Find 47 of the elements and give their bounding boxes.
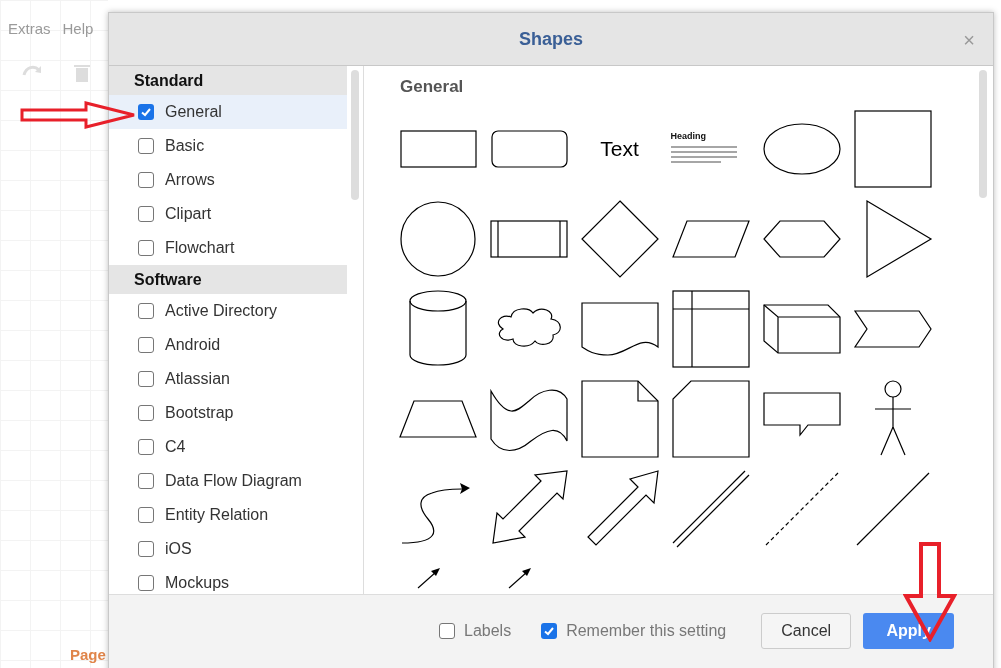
- heading-text: Heading: [670, 131, 706, 141]
- double-line-shape[interactable]: [670, 469, 751, 549]
- checkbox[interactable]: [138, 575, 154, 591]
- section-header: Software: [109, 265, 347, 294]
- category-item[interactable]: Mockups: [109, 566, 347, 594]
- category-item[interactable]: Arrows: [109, 163, 347, 197]
- section-header: Standard: [109, 66, 347, 95]
- category-item[interactable]: Basic: [109, 129, 347, 163]
- checkbox[interactable]: [138, 541, 154, 557]
- category-item[interactable]: Bootstrap: [109, 396, 347, 430]
- diamond-shape[interactable]: [579, 199, 660, 279]
- checkbox[interactable]: [138, 337, 154, 353]
- dialog-title: Shapes: [519, 27, 583, 51]
- option-checkbox[interactable]: Labels: [439, 619, 512, 643]
- checkbox[interactable]: [138, 439, 154, 455]
- checkbox[interactable]: [138, 371, 154, 387]
- checkbox[interactable]: [439, 623, 455, 639]
- checkbox[interactable]: [138, 405, 154, 421]
- card-shape[interactable]: [670, 379, 751, 459]
- checkbox[interactable]: [138, 507, 154, 523]
- checkbox[interactable]: [138, 138, 154, 154]
- category-item[interactable]: General: [109, 95, 347, 129]
- scrollbar[interactable]: [979, 70, 987, 198]
- checkbox[interactable]: [138, 240, 154, 256]
- category-item[interactable]: Clipart: [109, 197, 347, 231]
- option-checkbox[interactable]: Remember this setting: [541, 619, 727, 643]
- checkbox[interactable]: [138, 172, 154, 188]
- section-title: General: [400, 76, 465, 98]
- checkbox[interactable]: [138, 473, 154, 489]
- category-item[interactable]: Android: [109, 328, 347, 362]
- category-item[interactable]: C4: [109, 430, 347, 464]
- category-item[interactable]: iOS: [109, 532, 347, 566]
- category-item[interactable]: Entity Relation: [109, 498, 347, 532]
- checkbox[interactable]: [138, 206, 154, 222]
- category-item[interactable]: Active Directory: [109, 294, 347, 328]
- circle-shape[interactable]: [397, 199, 478, 279]
- scrollbar[interactable]: [351, 70, 359, 200]
- square-shape[interactable]: [852, 109, 933, 189]
- category-item[interactable]: Atlassian: [109, 362, 347, 396]
- cancel-button[interactable]: Cancel: [761, 613, 852, 649]
- category-item[interactable]: Data Flow Diagram: [109, 464, 347, 498]
- checkbox[interactable]: [541, 623, 558, 639]
- checkbox[interactable]: [138, 303, 154, 319]
- category-item[interactable]: Flowchart: [109, 231, 347, 265]
- page-shape[interactable]: [579, 379, 660, 459]
- grid-box-shape[interactable]: [670, 289, 751, 369]
- checkbox[interactable]: [138, 104, 154, 120]
